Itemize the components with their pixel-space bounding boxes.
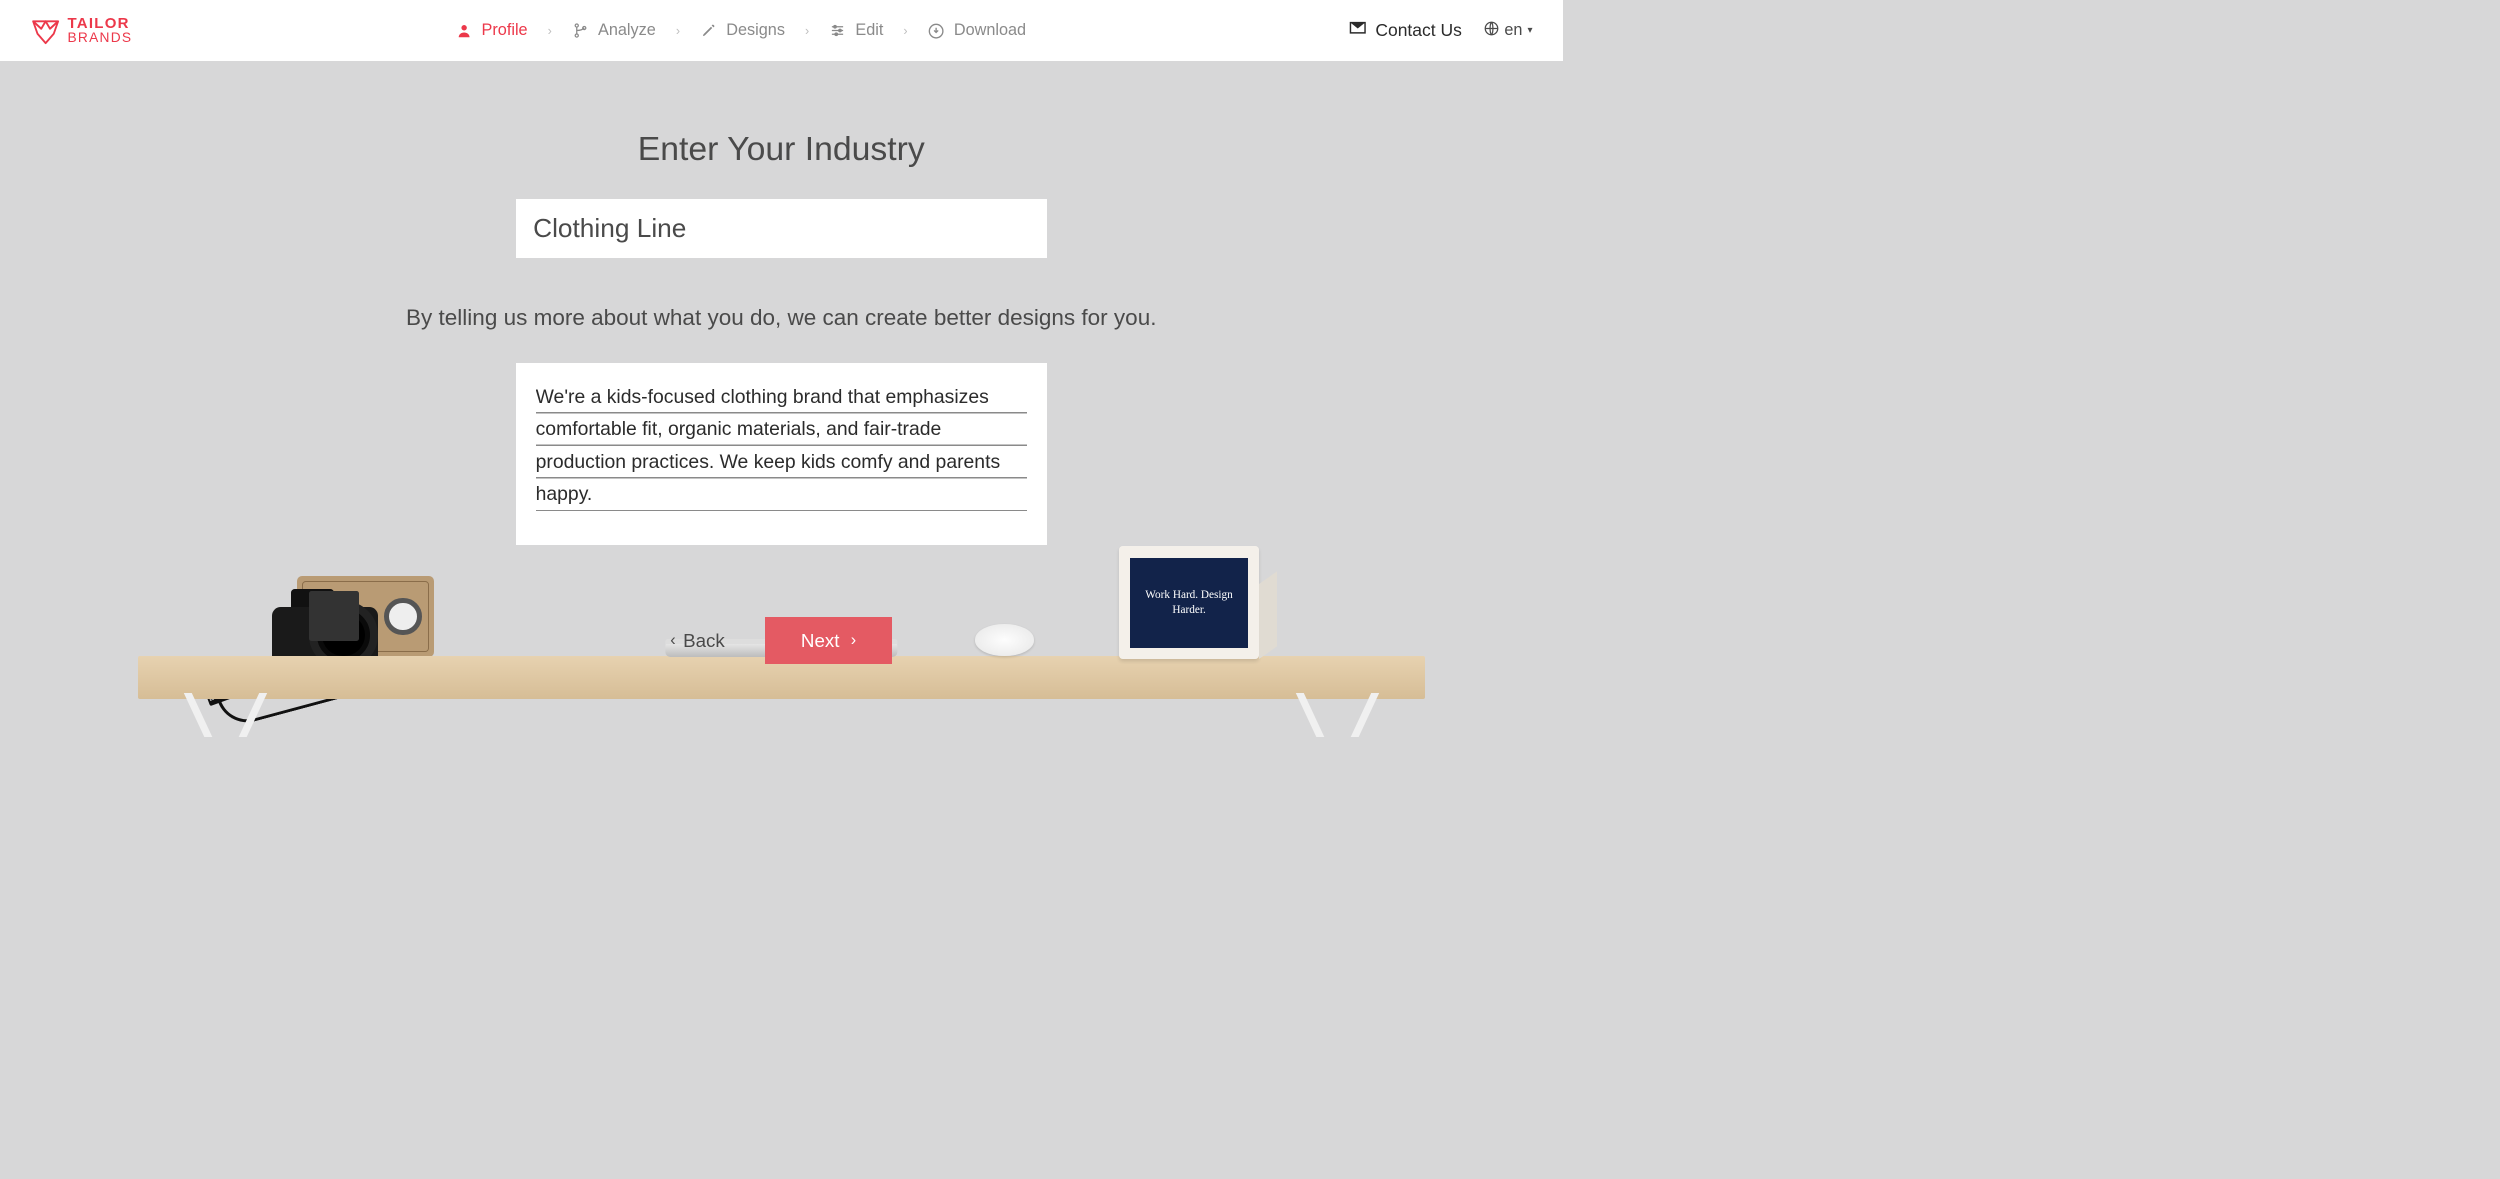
chevron-left-icon: ‹ xyxy=(670,631,675,650)
chevron-right-icon: › xyxy=(851,631,856,650)
chevron-right-icon: › xyxy=(805,24,809,38)
globe-icon xyxy=(1484,21,1499,41)
nav-step-edit[interactable]: Edit xyxy=(829,21,883,40)
logo-text-2: BRANDS xyxy=(68,31,133,45)
nav-step-analyze[interactable]: Analyze xyxy=(572,21,656,40)
envelope-icon xyxy=(1349,19,1367,42)
chevron-right-icon: › xyxy=(903,24,907,38)
description-textarea[interactable] xyxy=(536,381,1027,512)
back-button[interactable]: ‹ Back xyxy=(670,630,725,652)
desk-leg xyxy=(188,693,263,737)
contact-label: Contact Us xyxy=(1375,20,1462,41)
language-selector[interactable]: en ▾ xyxy=(1484,21,1532,41)
next-label: Next xyxy=(801,630,840,652)
logo-icon xyxy=(30,15,61,46)
brand-logo[interactable]: TAILOR BRANDS xyxy=(30,15,132,46)
nav-step-label: Designs xyxy=(726,21,785,40)
nav-step-label: Edit xyxy=(855,21,883,40)
desk-leg xyxy=(1300,693,1375,737)
header-right: Contact Us en ▾ xyxy=(1349,19,1532,42)
page-title: Enter Your Industry xyxy=(0,61,1563,169)
download-icon xyxy=(928,22,946,40)
pen-icon xyxy=(700,22,718,40)
sliders-icon xyxy=(829,22,847,40)
main-content: Enter Your Industry By telling us more a… xyxy=(0,61,1563,737)
next-button[interactable]: Next › xyxy=(765,617,893,665)
nav-step-designs[interactable]: Designs xyxy=(700,21,785,40)
subtitle-text: By telling us more about what you do, we… xyxy=(0,305,1563,331)
logo-text-1: TAILOR xyxy=(68,16,133,31)
language-label: en xyxy=(1504,21,1522,40)
industry-input[interactable] xyxy=(516,199,1047,258)
nav-step-label: Download xyxy=(954,21,1026,40)
logo-text: TAILOR BRANDS xyxy=(68,16,133,45)
chevron-right-icon: › xyxy=(676,24,680,38)
chevron-right-icon: › xyxy=(548,24,552,38)
wizard-nav: Profile › Analyze › Designs › Edit › xyxy=(132,21,1349,40)
contact-us-link[interactable]: Contact Us xyxy=(1349,19,1462,42)
nav-buttons: ‹ Back Next › xyxy=(0,617,1563,665)
nav-step-profile[interactable]: Profile xyxy=(455,21,527,40)
header: TAILOR BRANDS Profile › Analyze › Design… xyxy=(0,0,1563,61)
chevron-down-icon: ▾ xyxy=(1527,25,1532,36)
description-box xyxy=(516,363,1047,545)
nav-step-label: Profile xyxy=(482,21,528,40)
user-icon xyxy=(455,22,473,40)
nav-step-label: Analyze xyxy=(598,21,656,40)
nav-step-download[interactable]: Download xyxy=(928,21,1027,40)
back-label: Back xyxy=(683,630,725,652)
branch-icon xyxy=(572,22,590,40)
